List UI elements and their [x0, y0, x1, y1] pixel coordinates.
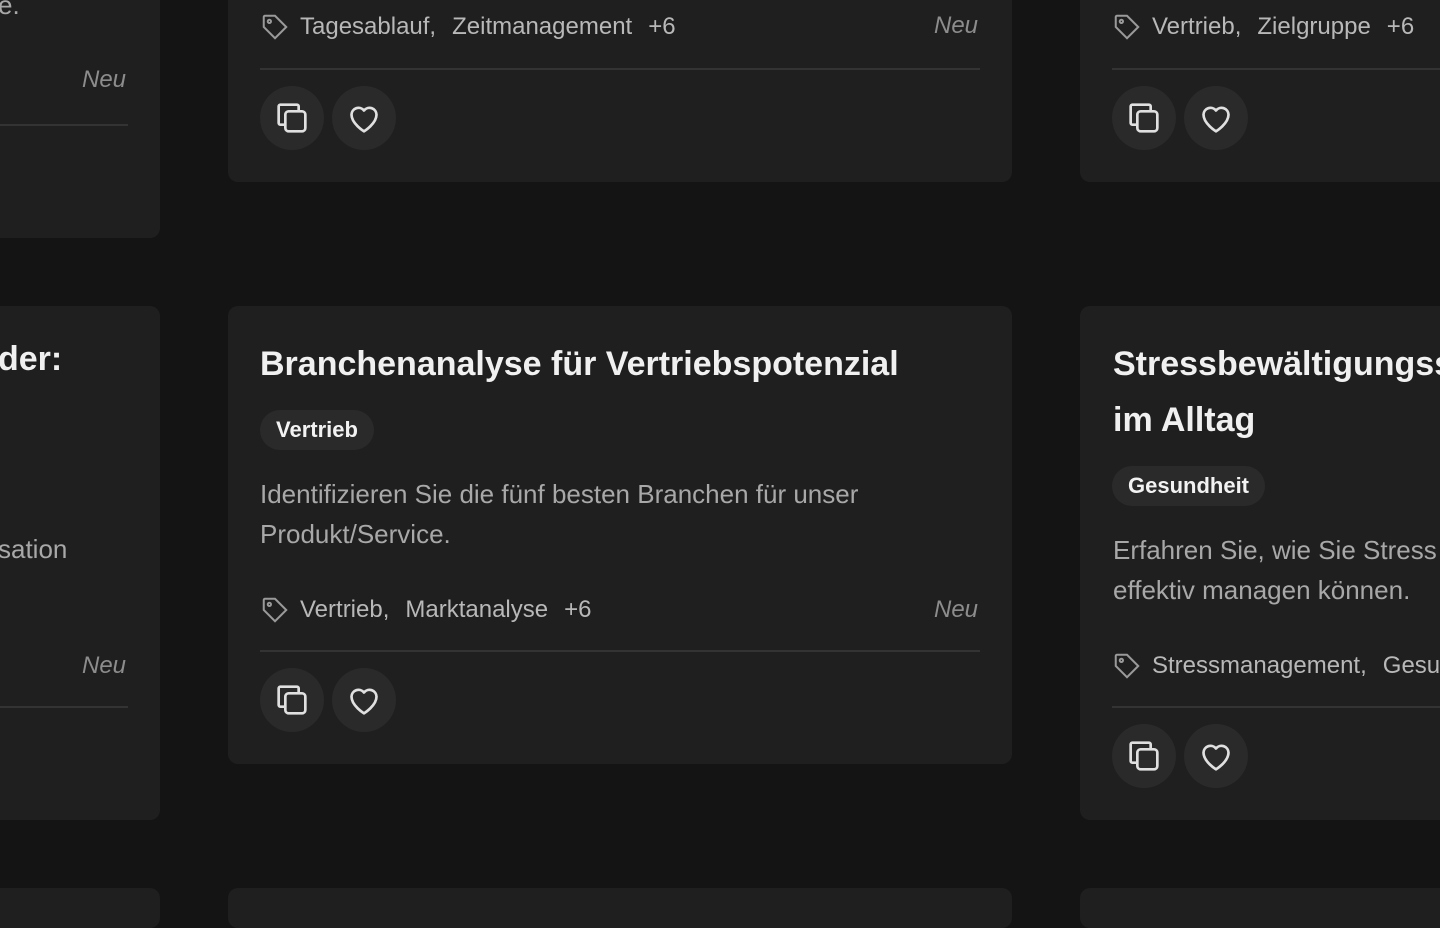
- tag-item[interactable]: Marktanalyse: [405, 596, 548, 624]
- tag-item[interactable]: Gesundheit: [1383, 652, 1440, 680]
- tag-icon: [262, 597, 288, 623]
- prompt-card[interactable]: Branchenanalyse für Vertriebspotenzial V…: [228, 306, 1012, 764]
- card-divider: [1112, 68, 1440, 70]
- tag-item[interactable]: Tagesablauf,: [300, 13, 436, 41]
- copy-icon: [1129, 103, 1159, 133]
- tag-item[interactable]: Zeitmanagement: [452, 13, 632, 41]
- copy-icon: [277, 103, 307, 133]
- card-divider: [0, 706, 128, 708]
- tag-item[interactable]: Zielgruppe: [1257, 13, 1370, 41]
- copy-icon: [1129, 741, 1159, 771]
- tag-list: Tagesablauf, Zeitmanagement +6: [260, 9, 676, 45]
- card-title: Branchenanalyse für Vertriebspotenzial: [260, 345, 899, 383]
- new-label: Neu: [82, 652, 127, 679]
- card-divider: [0, 124, 128, 126]
- prompt-card[interactable]: [0, 888, 160, 928]
- new-label: Neu: [934, 12, 979, 39]
- new-label: Neu: [934, 596, 979, 623]
- prompt-card[interactable]: [228, 888, 1012, 928]
- copy-button[interactable]: [260, 668, 324, 732]
- heart-icon: [1202, 744, 1230, 771]
- favorite-button[interactable]: [1184, 86, 1248, 150]
- category-badge[interactable]: Vertrieb: [260, 410, 374, 450]
- card-description: e.: [0, 0, 20, 20]
- tag-list: Vertrieb, Marktanalyse +6: [260, 592, 592, 628]
- card-divider: [1112, 706, 1440, 708]
- heart-icon: [350, 106, 378, 133]
- prompt-card[interactable]: e. Neu: [0, 0, 160, 238]
- prompt-card[interactable]: Tagesablauf, Zeitmanagement +6 Neu: [228, 0, 1012, 182]
- card-description: sation: [0, 534, 68, 564]
- tag-item[interactable]: Stressmanagement,: [1152, 652, 1367, 680]
- card-title: der:: [0, 340, 63, 378]
- favorite-button[interactable]: [1184, 724, 1248, 788]
- card-divider: [260, 650, 980, 652]
- favorite-button[interactable]: [332, 668, 396, 732]
- card-description: Identifizieren Sie die fünf besten Branc…: [260, 479, 859, 549]
- prompt-card[interactable]: der: sation Neu: [0, 306, 160, 820]
- heart-icon: [350, 688, 378, 715]
- copy-button[interactable]: [1112, 724, 1176, 788]
- tag-icon: [1114, 14, 1140, 40]
- copy-button[interactable]: [1112, 86, 1176, 150]
- card-description: Erfahren Sie, wie Sie Stress effektiv ma…: [1113, 535, 1437, 605]
- tag-item[interactable]: Vertrieb,: [300, 596, 389, 624]
- favorite-button[interactable]: [332, 86, 396, 150]
- more-tags[interactable]: +6: [1387, 13, 1414, 41]
- more-tags[interactable]: +6: [564, 596, 591, 624]
- category-badge[interactable]: Gesundheit: [1112, 466, 1266, 506]
- prompt-card[interactable]: Vertrieb, Zielgruppe +6: [1080, 0, 1440, 182]
- prompt-card[interactable]: [1080, 888, 1440, 928]
- copy-icon: [277, 685, 307, 715]
- tag-list: Vertrieb, Zielgruppe +6: [1112, 9, 1414, 45]
- tag-item[interactable]: Vertrieb,: [1152, 13, 1241, 41]
- tag-icon: [262, 14, 288, 40]
- card-divider: [260, 68, 980, 70]
- copy-button[interactable]: [260, 86, 324, 150]
- prompt-card[interactable]: Stressbewältigungsstrategien im Alltag G…: [1080, 306, 1440, 820]
- new-label: Neu: [82, 66, 127, 93]
- tag-icon: [1114, 653, 1140, 679]
- tag-list: Stressmanagement, Gesundheit: [1112, 648, 1440, 684]
- more-tags[interactable]: +6: [648, 13, 675, 41]
- card-title: Stressbewältigungsstrategien im Alltag: [1113, 345, 1440, 439]
- heart-icon: [1202, 106, 1230, 133]
